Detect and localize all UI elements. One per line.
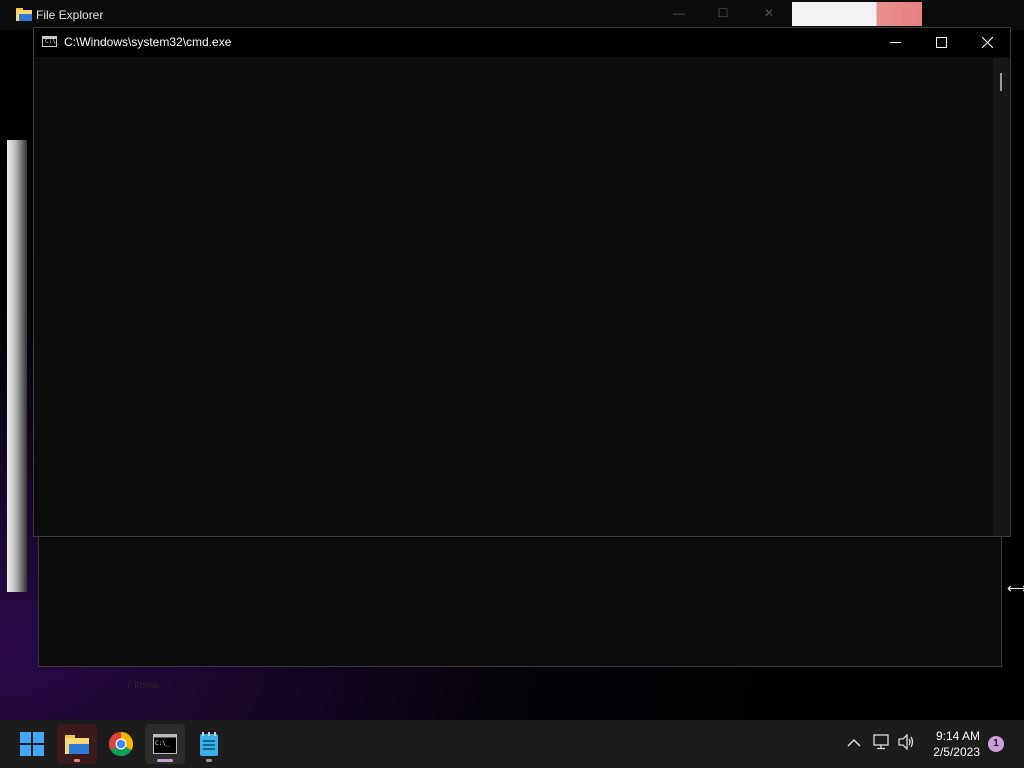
taskbar-notepad[interactable] xyxy=(189,724,229,764)
maximize-button[interactable]: ☐ xyxy=(713,6,733,20)
taskbar: C:\_ xyxy=(0,720,1024,768)
resize-cursor-icon: ⟷ xyxy=(1007,580,1024,596)
svg-text:C:\_: C:\_ xyxy=(155,740,170,747)
file-explorer-nav-pane xyxy=(7,140,27,592)
network-icon[interactable] xyxy=(873,734,891,753)
close-button[interactable] xyxy=(964,28,1010,57)
cmd-titlebar[interactable]: C:\_ C:\Windows\system32\cmd.exe xyxy=(34,28,1010,57)
notepad-icon xyxy=(200,732,218,756)
folder-icon xyxy=(65,735,89,754)
windows-logo-icon xyxy=(20,732,44,756)
cmd-window[interactable]: C:\_ C:\Windows\system32\cmd.exe xyxy=(33,27,1011,537)
close-button[interactable]: ✕ xyxy=(759,6,779,20)
minimize-button[interactable]: — xyxy=(669,6,689,20)
minimize-icon xyxy=(889,42,901,43)
minimize-button[interactable] xyxy=(872,28,918,57)
chevron-up-icon[interactable] xyxy=(847,734,861,750)
item-count-status: 7 items xyxy=(126,680,159,691)
console-output[interactable] xyxy=(34,57,993,536)
chrome-icon xyxy=(109,732,133,756)
folder-icon xyxy=(16,8,32,21)
taskbar-command-prompt[interactable]: C:\_ xyxy=(145,724,185,764)
taskbar-chrome[interactable] xyxy=(101,724,141,764)
start-button[interactable] xyxy=(12,724,52,764)
file-explorer-content[interactable] xyxy=(38,536,1002,667)
maximize-icon xyxy=(935,37,947,48)
file-explorer-title: File Explorer xyxy=(36,8,104,22)
system-clock[interactable]: 9:14 AM 2/5/2023 xyxy=(920,728,980,760)
cmd-icon: C:\_ xyxy=(153,734,177,754)
desktop: File Explorer — ☐ ✕ 7 items ⟷ C:\_ C:\Wi… xyxy=(0,0,1024,720)
scrollbar-thumb[interactable] xyxy=(1000,73,1002,91)
volume-icon[interactable] xyxy=(898,733,916,753)
clock-date: 2/5/2023 xyxy=(933,745,980,759)
taskbar-file-explorer[interactable] xyxy=(57,724,97,764)
vertical-scrollbar[interactable] xyxy=(993,58,1009,536)
close-icon xyxy=(981,37,993,48)
ghost-window-controls xyxy=(792,2,922,26)
cmd-title: C:\Windows\system32\cmd.exe xyxy=(64,35,232,49)
notification-badge[interactable]: 1 xyxy=(988,736,1004,752)
maximize-button[interactable] xyxy=(918,28,964,57)
cmd-icon: C:\_ xyxy=(42,36,59,47)
clock-time: 9:14 AM xyxy=(935,729,980,743)
